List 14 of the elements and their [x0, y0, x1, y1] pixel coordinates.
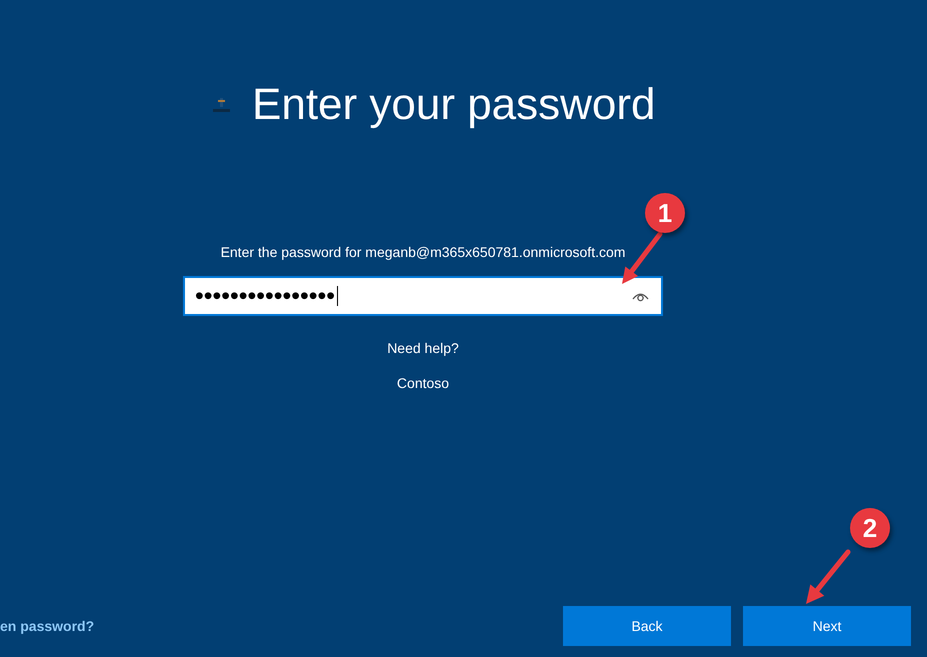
back-button[interactable]: Back: [563, 606, 731, 646]
page-title: Enter your password: [252, 83, 656, 127]
organization-link[interactable]: Contoso: [396, 373, 450, 393]
next-button[interactable]: Next: [743, 606, 911, 646]
step-number-callout: 1: [645, 193, 685, 233]
help-link[interactable]: Need help?: [387, 338, 459, 358]
logo-icon: [213, 98, 230, 112]
password-prompt: Enter the password for meganb@m365x650781.onmicrosoft.com: [220, 243, 626, 262]
step-number-callout: 2: [850, 508, 890, 548]
text-cursor-icon: [337, 286, 338, 306]
password-field[interactable]: ••••••••••••••••: [183, 276, 663, 316]
eye-icon[interactable]: [632, 290, 649, 302]
forgot-password-link[interactable]: en password?: [0, 616, 94, 636]
pointer-arrow: [806, 550, 850, 604]
